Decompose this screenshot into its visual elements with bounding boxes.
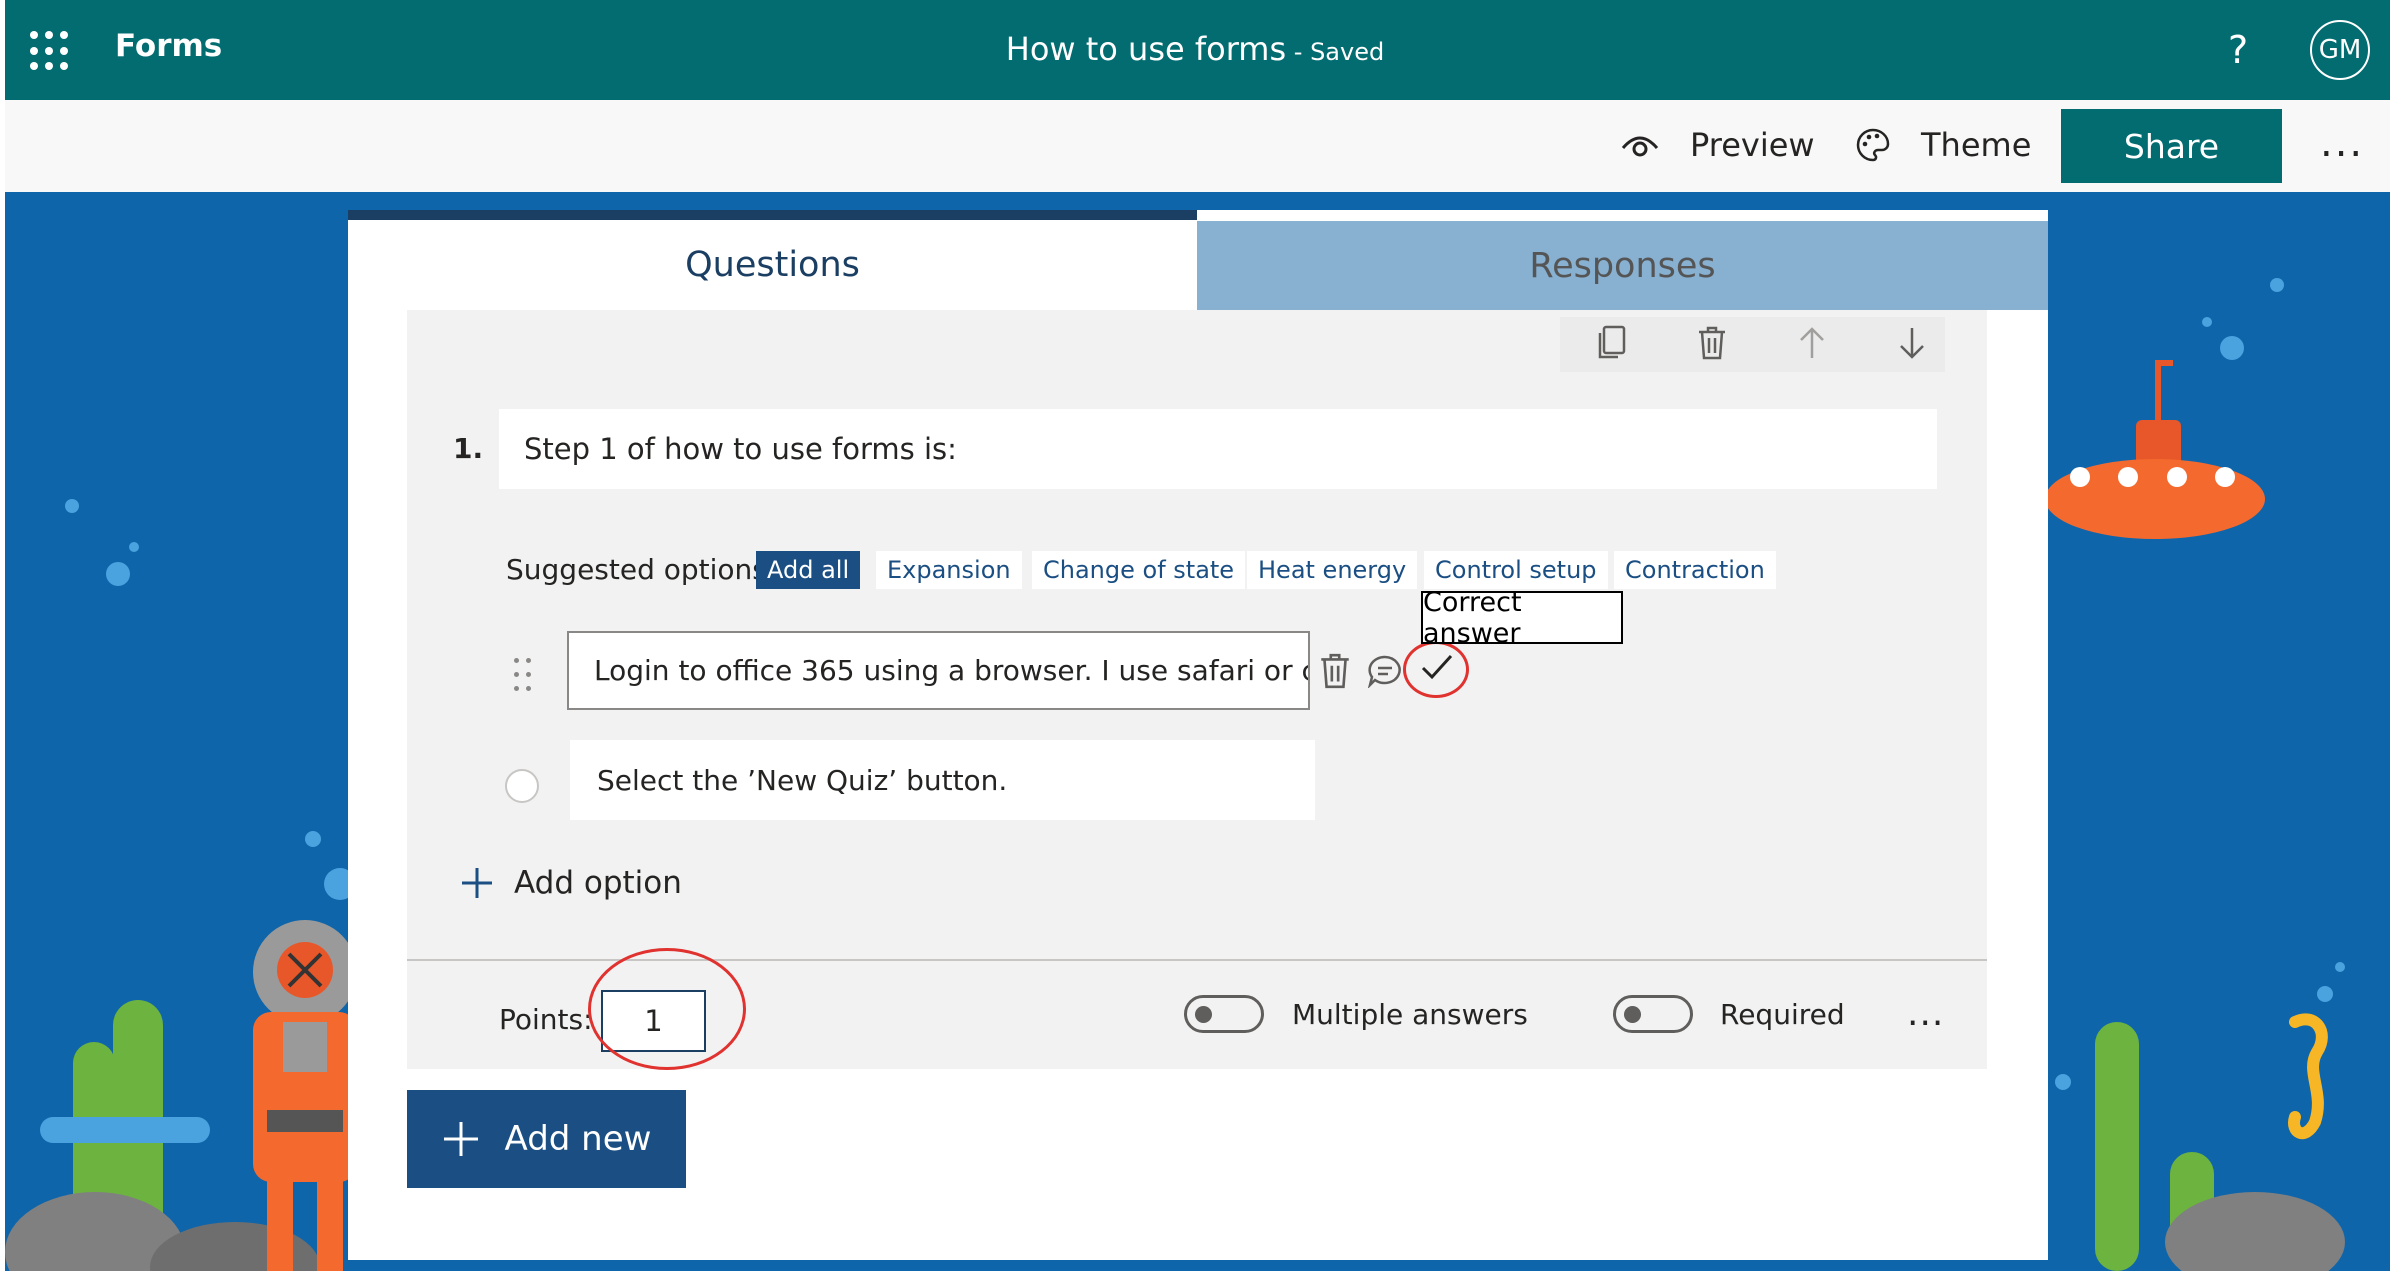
- arrow-up-icon: [1800, 327, 1824, 358]
- arrow-down-icon: [1900, 328, 1924, 359]
- question-title-input[interactable]: Step 1 of how to use forms is:: [499, 409, 1937, 489]
- correct-answer-button[interactable]: [1420, 652, 1454, 686]
- add-new-button[interactable]: Add new: [407, 1090, 686, 1188]
- add-all-suggestions-button[interactable]: Add all: [756, 551, 861, 589]
- required-label: Required: [1720, 998, 1845, 1031]
- question-more-button[interactable]: ...: [1907, 993, 1944, 1034]
- eye-icon: [1621, 136, 1659, 157]
- move-down-button[interactable]: [1887, 318, 1937, 368]
- theme-label: Theme: [1921, 126, 2032, 164]
- plus-icon: [443, 1122, 478, 1156]
- copy-question-button[interactable]: [1587, 318, 1637, 368]
- delete-option-button[interactable]: [1318, 652, 1352, 694]
- save-status: Saved: [1310, 38, 1385, 66]
- suggested-options-label: Suggested options:: [506, 553, 777, 586]
- suggestion-chip[interactable]: Contraction: [1614, 551, 1776, 589]
- tab-questions[interactable]: Questions: [348, 210, 1197, 310]
- suggestion-chip[interactable]: Control setup: [1424, 551, 1608, 589]
- palette-icon: [1856, 128, 1890, 162]
- trash-icon: [1321, 653, 1349, 689]
- required-toggle[interactable]: [1613, 995, 1693, 1033]
- trash-icon: [1699, 326, 1725, 360]
- option-input[interactable]: Select the ’New Quiz’ button.: [570, 740, 1315, 820]
- add-option-button[interactable]: Add option: [460, 865, 682, 901]
- suggestion-chip[interactable]: Heat energy: [1247, 551, 1418, 589]
- multiple-answers-toggle[interactable]: [1184, 995, 1264, 1033]
- add-option-label: Add option: [514, 865, 682, 901]
- avatar[interactable]: GM: [2310, 20, 2370, 80]
- more-options-button[interactable]: ...: [2320, 120, 2364, 166]
- option-radio[interactable]: [505, 769, 539, 803]
- help-icon[interactable]: ?: [2228, 28, 2248, 72]
- question-number: 1.: [453, 432, 484, 465]
- correct-answer-tooltip: Correct answer: [1421, 587, 1623, 649]
- preview-label: Preview: [1690, 126, 1815, 164]
- form-title: How to use forms: [1005, 30, 1287, 68]
- multiple-answers-label: Multiple answers: [1292, 998, 1528, 1031]
- comment-icon: [1367, 655, 1401, 690]
- points-input[interactable]: 1: [601, 990, 706, 1052]
- move-up-button[interactable]: [1787, 318, 1837, 368]
- checkmark-icon: [1421, 654, 1453, 680]
- title-separator: -: [1286, 38, 1311, 66]
- points-label: Points:: [499, 1003, 593, 1036]
- option-feedback-button[interactable]: [1367, 654, 1403, 692]
- command-bar: [5, 100, 2390, 192]
- drag-handle-icon[interactable]: [514, 658, 534, 694]
- plus-icon: [462, 868, 492, 898]
- add-new-label: Add new: [504, 1119, 652, 1159]
- form-title-bar: How to use forms - Saved: [0, 30, 2390, 68]
- option-input[interactable]: Login to office 365 using a browser. I u…: [567, 631, 1310, 710]
- suggestion-chip[interactable]: Change of state: [1032, 551, 1246, 589]
- delete-question-button[interactable]: [1687, 318, 1737, 368]
- copy-icon: [1598, 325, 1626, 359]
- tab-responses[interactable]: Responses: [1197, 221, 2048, 310]
- preview-button[interactable]: Preview: [1620, 105, 1815, 185]
- theme-button[interactable]: Theme: [1855, 105, 2031, 185]
- share-button[interactable]: Share: [2061, 109, 2282, 183]
- suggestion-chip[interactable]: Expansion: [876, 551, 1022, 589]
